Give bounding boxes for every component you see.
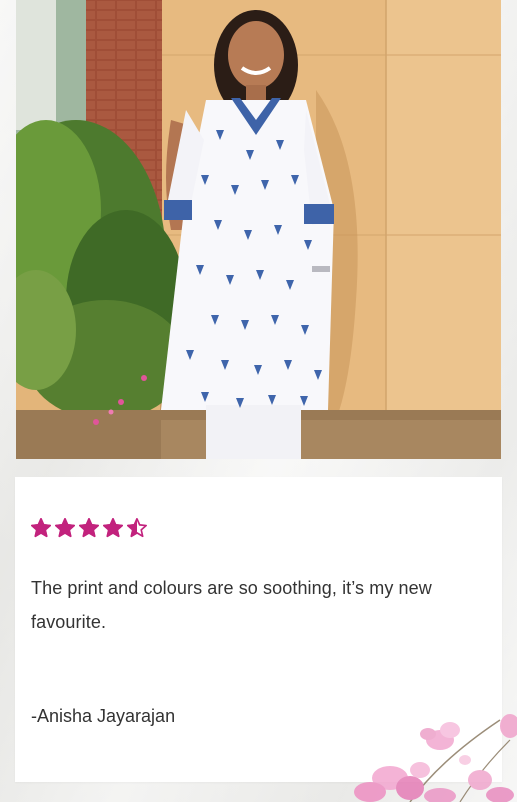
star-half-icon xyxy=(127,518,147,538)
review-quote: The print and colours are so soothing, i… xyxy=(31,578,432,632)
customer-photo xyxy=(16,0,501,459)
star-full-icon xyxy=(103,518,123,538)
star-full-icon xyxy=(31,518,51,538)
star-full-icon xyxy=(55,518,75,538)
star-full-icon xyxy=(79,518,99,538)
star-rating xyxy=(30,517,148,539)
reviewer-name: -Anisha Jayarajan xyxy=(31,706,176,726)
